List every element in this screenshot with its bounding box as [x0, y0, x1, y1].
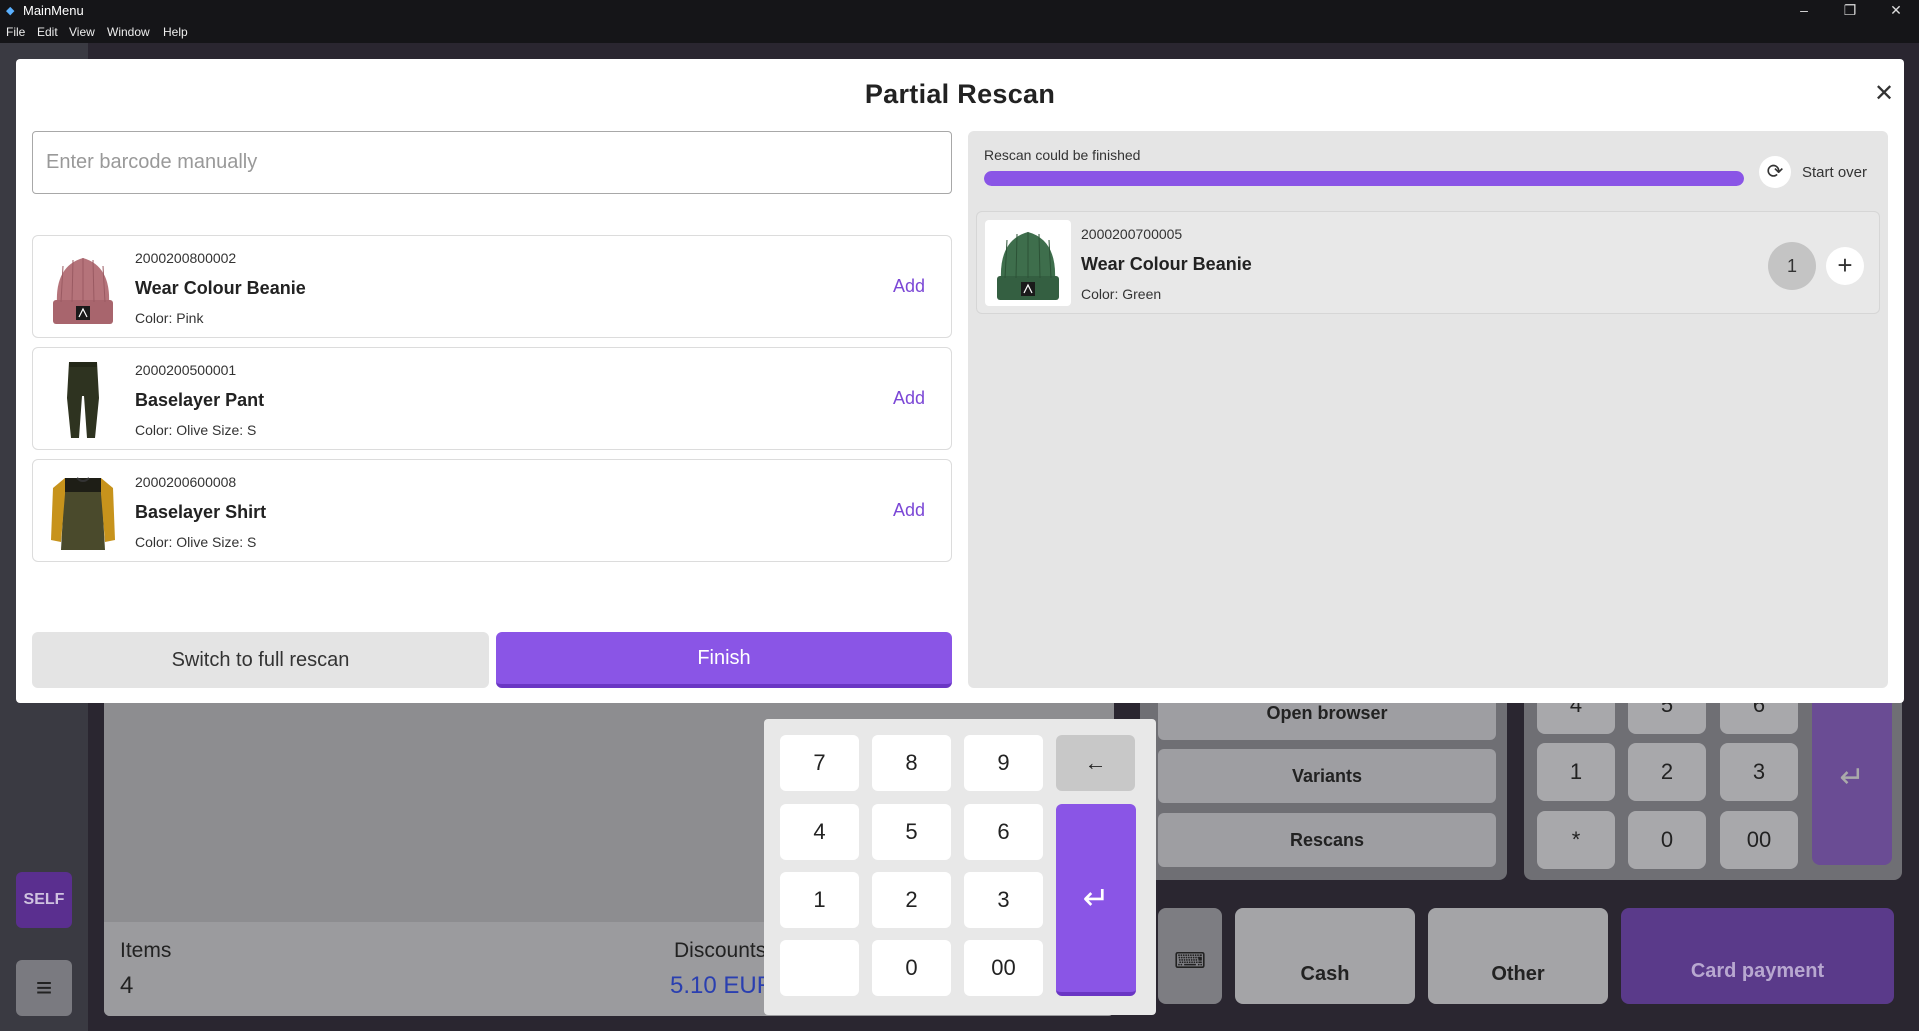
items-count: 4	[120, 972, 134, 999]
add-button[interactable]: Add	[893, 500, 925, 521]
other-payment-button[interactable]: Other	[1428, 908, 1608, 1004]
enter-icon[interactable]: ↵	[1056, 804, 1136, 996]
close-window-icon[interactable]: ✕	[1873, 0, 1919, 21]
olive-pant-image	[67, 362, 99, 438]
rescan-status: Rescan could be finished	[984, 147, 1141, 163]
plus-icon[interactable]: +	[1826, 247, 1864, 285]
cash-button[interactable]: Cash	[1235, 908, 1415, 1004]
variants-button[interactable]: Variants	[1158, 749, 1496, 803]
add-button[interactable]: Add	[893, 276, 925, 297]
app-icon: ◆	[6, 5, 15, 17]
numpad-key-5[interactable]: 5	[872, 804, 951, 860]
item-name: Baselayer Pant	[135, 390, 265, 410]
numpad-key-9[interactable]: 9	[964, 735, 1043, 791]
numpad-key-1[interactable]: 1	[780, 872, 859, 928]
numpad-key-4[interactable]: 4	[780, 804, 859, 860]
menu-window[interactable]: Window	[107, 25, 150, 39]
start-over-button[interactable]: Start over	[1802, 164, 1867, 181]
barcode-input[interactable]	[32, 131, 952, 194]
list-item: 2000200600008 Baselayer Shirt Color: Oli…	[32, 459, 952, 562]
numpad-key-2[interactable]: 2	[872, 872, 951, 928]
numpad-key-00[interactable]: 00	[964, 940, 1043, 996]
list-item: 2000200500001 Baselayer Pant Color: Oliv…	[32, 347, 952, 450]
card-payment-button[interactable]: Card payment	[1621, 908, 1894, 1004]
scanned-item: 2000200700005 Wear Colour Beanie Color: …	[976, 211, 1880, 314]
item-barcode: 2000200500001	[135, 362, 237, 378]
numpad-key-6[interactable]: 6	[964, 804, 1043, 860]
numpad-popup: 7 8 9 ← 4 5 6 1 2 3 0 00 ↵	[764, 719, 1156, 1015]
hamburger-menu-icon[interactable]: ≡	[16, 960, 72, 1016]
menu-view[interactable]: View	[69, 25, 95, 39]
close-icon[interactable]: ✕	[1869, 79, 1899, 109]
scanned-item-attributes: Color: Green	[1081, 286, 1162, 302]
menu-help[interactable]: Help	[163, 25, 188, 39]
numpad-key-7[interactable]: 7	[780, 735, 859, 791]
list-item: 2000200800002 Wear Colour Beanie Color: …	[32, 235, 952, 338]
main-numpad-key[interactable]: 2	[1628, 743, 1706, 801]
menu-edit[interactable]: Edit	[37, 25, 58, 39]
finish-button[interactable]: Finish	[496, 632, 952, 688]
item-barcode: 2000200600008	[135, 474, 237, 490]
item-name: Wear Colour Beanie	[135, 278, 306, 298]
items-label: Items	[120, 939, 172, 962]
rescan-progress-bar	[984, 171, 1744, 186]
item-barcode: 2000200800002	[135, 250, 237, 266]
scanned-item-barcode: 2000200700005	[1081, 226, 1183, 242]
restart-icon[interactable]: ⟳	[1759, 156, 1791, 188]
discounts-label: Discounts	[674, 939, 767, 962]
green-beanie-image	[985, 220, 1071, 306]
title-bar: ◆ MainMenu – ❐ ✕	[0, 0, 1919, 21]
main-numpad-key[interactable]: 1	[1537, 743, 1615, 801]
main-enter-icon[interactable]: ↵	[1812, 690, 1892, 865]
dialog-title: Partial Rescan	[864, 79, 1056, 109]
item-attributes: Color: Olive Size: S	[135, 422, 257, 438]
rescans-button[interactable]: Rescans	[1158, 813, 1496, 867]
progress-fill	[984, 171, 1744, 186]
pink-beanie-image	[53, 258, 113, 324]
numpad-key-8[interactable]: 8	[872, 735, 951, 791]
item-name: Baselayer Shirt	[135, 502, 267, 522]
numpad-key-0[interactable]: 0	[872, 940, 951, 996]
backspace-icon[interactable]: ←	[1056, 735, 1135, 791]
restore-icon[interactable]: ❐	[1827, 0, 1873, 21]
main-numpad-key[interactable]: 0	[1628, 811, 1706, 869]
menu-bar: File Edit View Window Help	[0, 21, 1919, 43]
scanned-item-name: Wear Colour Beanie	[1081, 254, 1252, 274]
discounts-value: 5.10 EUR	[670, 972, 775, 999]
main-numpad-key[interactable]: *	[1537, 811, 1615, 869]
minimize-icon[interactable]: –	[1781, 0, 1827, 21]
main-numpad-key[interactable]: 3	[1720, 743, 1798, 801]
numpad-key-3[interactable]: 3	[964, 872, 1043, 928]
window-title: MainMenu	[23, 3, 84, 18]
item-attributes: Color: Pink	[135, 310, 204, 326]
menu-file[interactable]: File	[6, 25, 25, 39]
scanned-items-panel: Rescan could be finished ⟳ Start over 20…	[968, 131, 1888, 688]
self-button[interactable]: SELF	[16, 872, 72, 928]
numpad-key-blank[interactable]	[780, 940, 859, 996]
partial-rescan-dialog: Partial Rescan ✕ 2000200800002 Wear Colo…	[16, 59, 1904, 703]
switch-to-full-rescan-button[interactable]: Switch to full rescan	[32, 632, 489, 688]
keyboard-icon[interactable]: ⌨	[1158, 908, 1222, 1004]
item-attributes: Color: Olive Size: S	[135, 534, 257, 550]
quantity-badge: 1	[1768, 242, 1816, 290]
main-numpad-key[interactable]: 00	[1720, 811, 1798, 869]
olive-shirt-image	[51, 477, 115, 550]
add-button[interactable]: Add	[893, 388, 925, 409]
